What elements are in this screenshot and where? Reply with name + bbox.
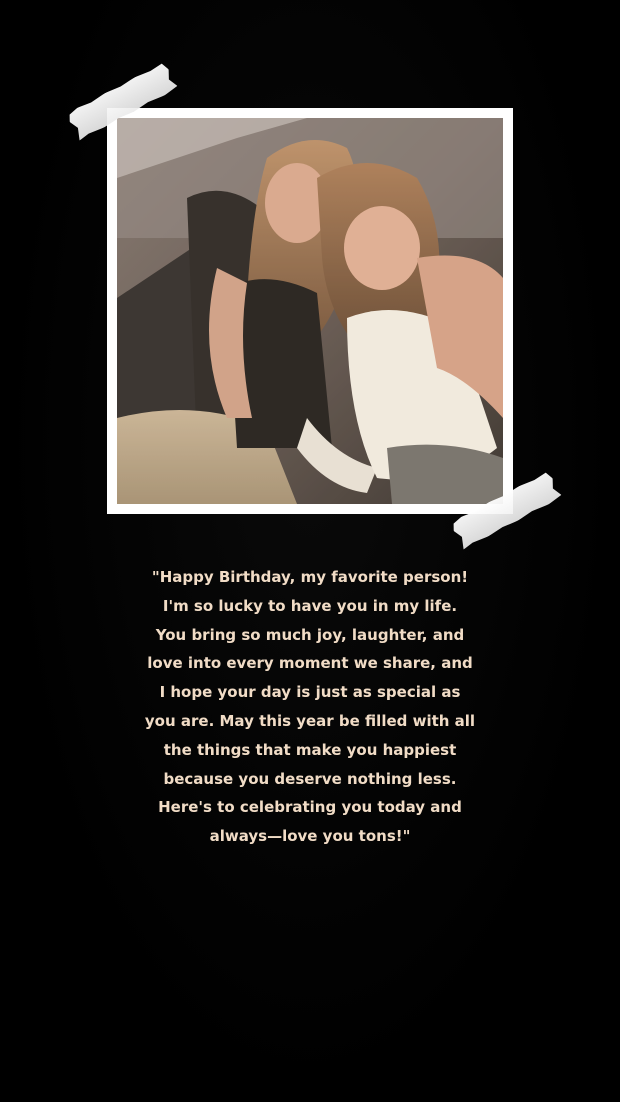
birthday-message: "Happy Birthday, my favorite person! I'm… — [144, 568, 476, 846]
polaroid-frame — [107, 108, 513, 514]
story-background: "Happy Birthday, my favorite person! I'm… — [0, 0, 620, 1102]
friends-photo — [117, 118, 503, 504]
photo-illustration — [117, 118, 503, 504]
